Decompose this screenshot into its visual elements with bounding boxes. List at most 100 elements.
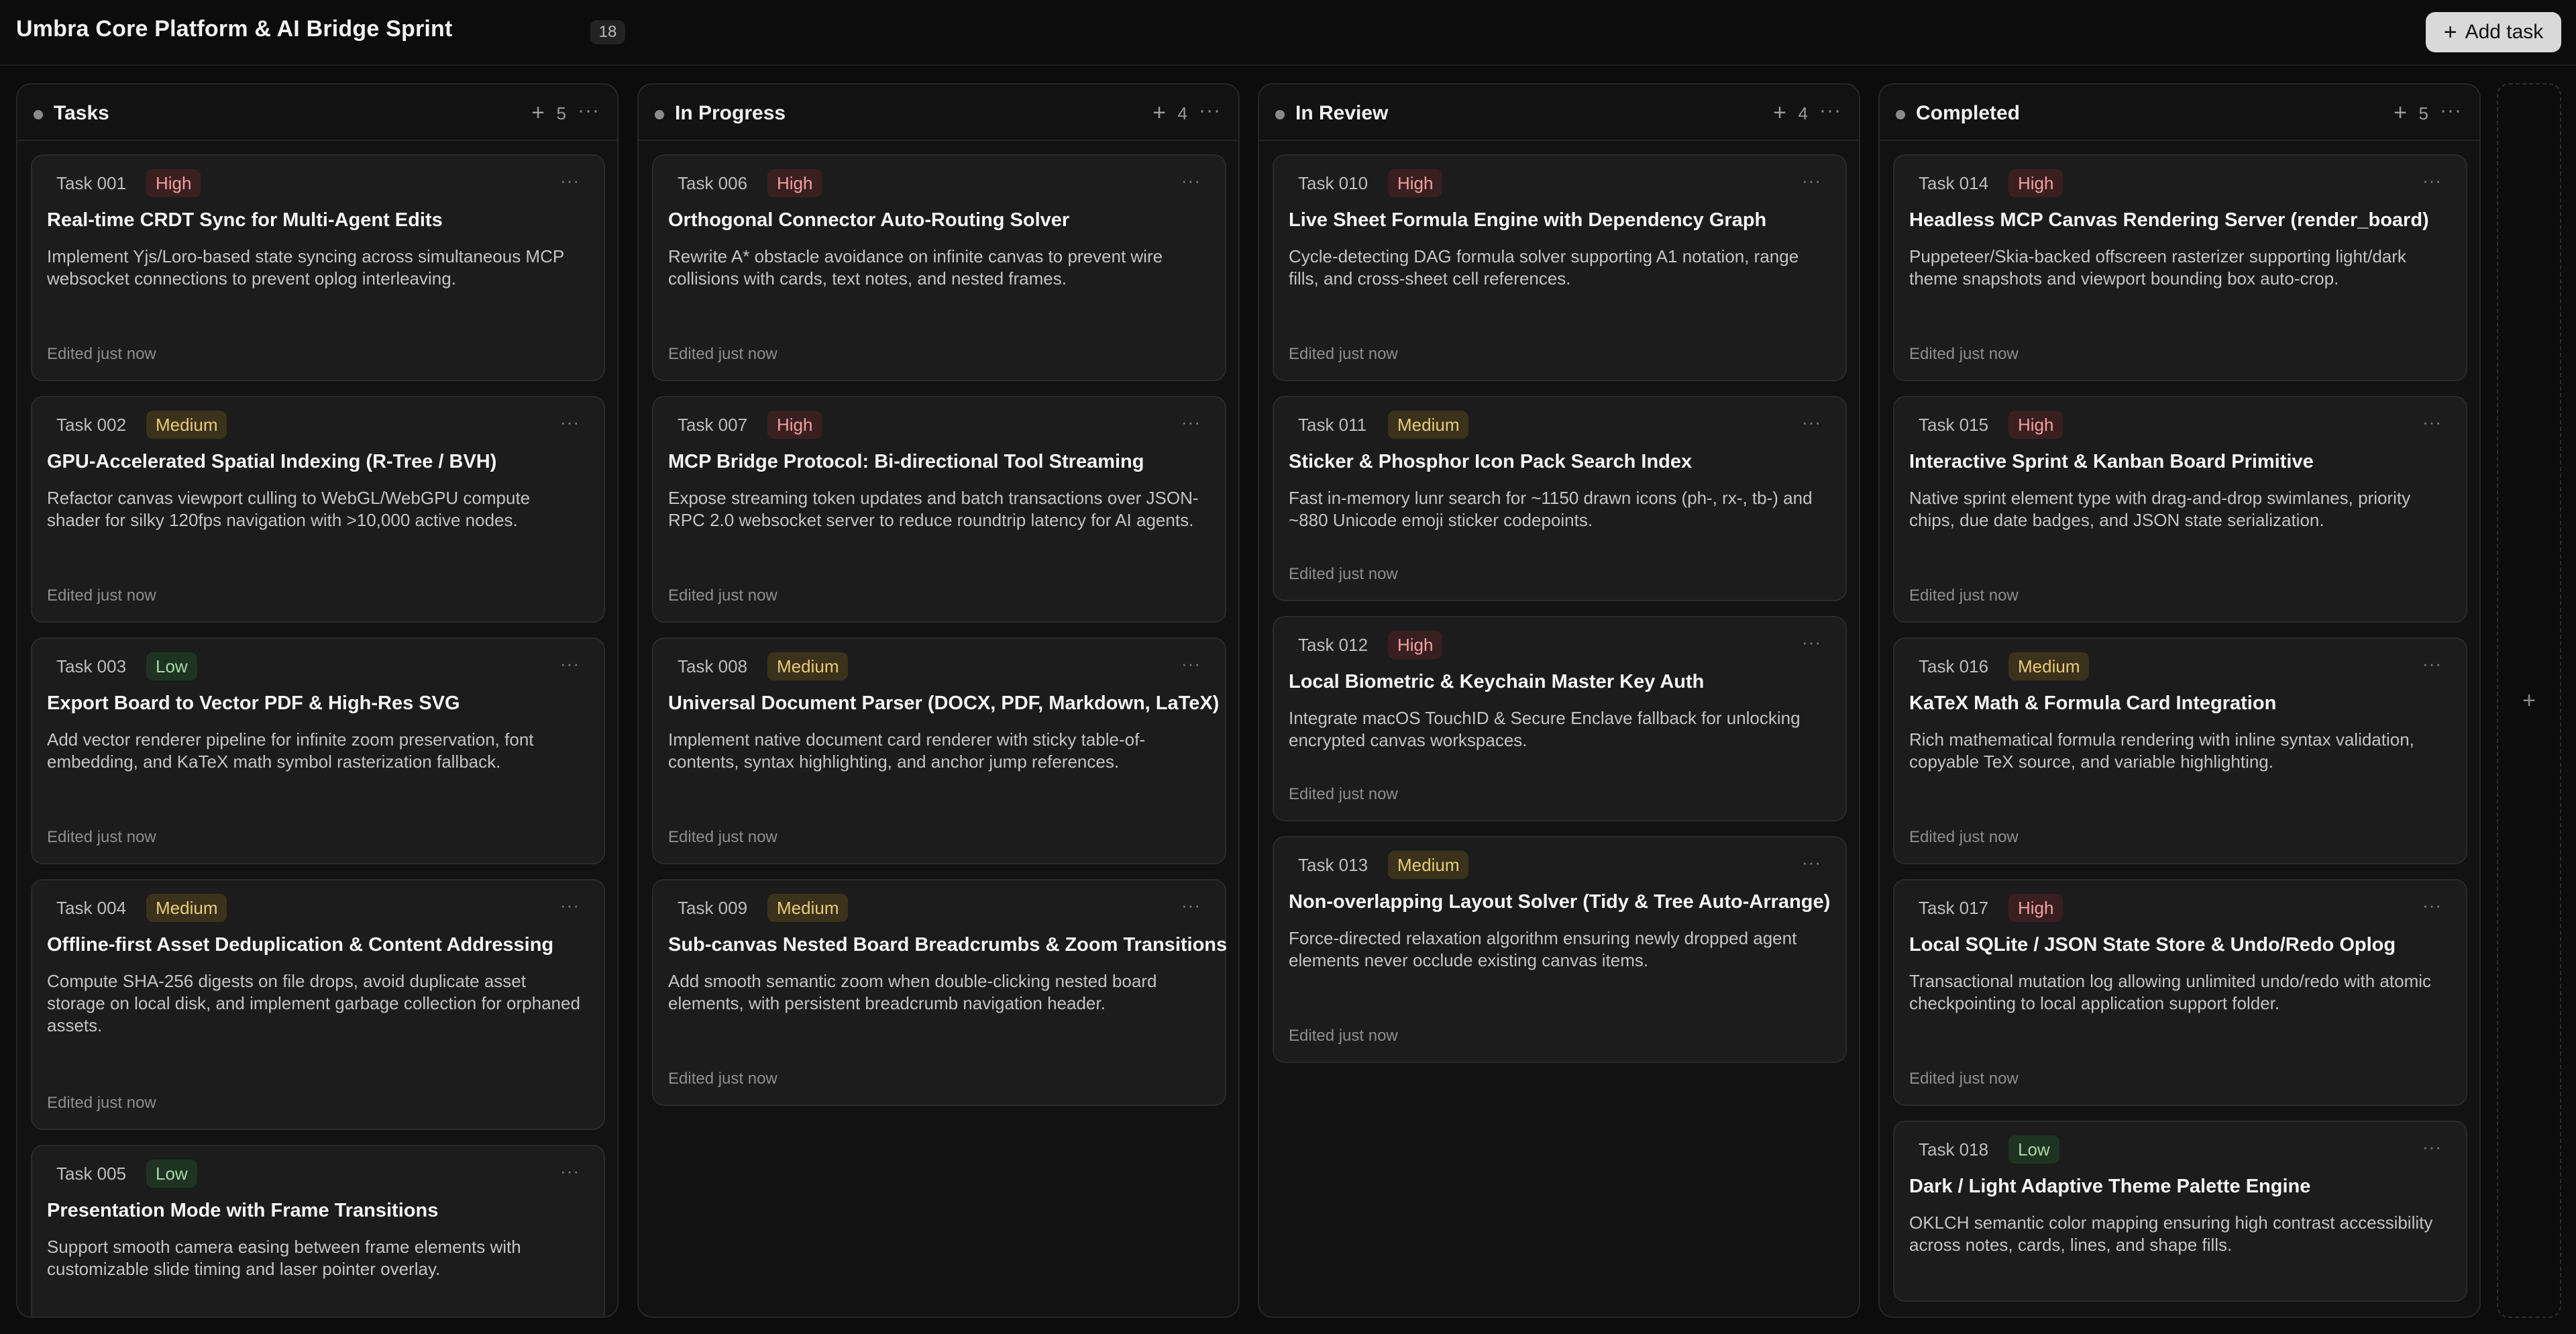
column-card-count: 5 [2418,103,2428,123]
card-more-icon[interactable]: ··· [1181,170,1201,191]
card-more-icon[interactable]: ··· [1181,654,1201,674]
priority-badge: High [767,411,822,439]
card-more-icon[interactable]: ··· [1181,412,1201,433]
column-more-icon[interactable]: ··· [1819,99,1841,122]
card-more-icon[interactable]: ··· [2422,170,2442,191]
task-card[interactable]: Task 008 Medium ··· Universal Document P… [652,637,1226,864]
task-card[interactable]: Task 009 Medium ··· Sub-canvas Nested Bo… [652,879,1228,1106]
column-add-card-button[interactable]: + [1773,100,1786,125]
column-status-dot [1275,110,1285,119]
task-description: Implement native document card renderer … [668,729,1145,772]
task-card[interactable]: Task 004 Medium ··· Offline-first Asset … [31,879,605,1130]
card-more-icon[interactable]: ··· [1802,632,1821,653]
column-status-dot [34,110,43,119]
card-more-icon[interactable]: ··· [560,895,580,916]
column-header: In Progress + 4 ··· [639,85,1238,141]
priority-badge: Low [2008,1135,2059,1164]
task-id: Task 010 [1298,173,1368,193]
task-id: Task 001 [56,173,127,193]
add-task-button[interactable]: + Add task [2426,12,2561,52]
column-tasks: Tasks + 5 ··· Task 001 High ··· Real-tim… [16,83,619,1318]
priority-badge: High [2008,894,2063,922]
task-card[interactable]: Task 018 Low ··· Dark / Light Adaptive T… [1893,1121,2467,1302]
priority-badge: High [1388,631,1443,659]
priority-badge: Medium [146,894,227,922]
task-edited-status: Edited just now [668,828,777,846]
task-card[interactable]: Task 002 Medium ··· GPU-Accelerated Spat… [31,396,605,623]
task-title: Real-time CRDT Sync for Multi-Agent Edit… [47,209,443,231]
task-card[interactable]: Task 003 Low ··· Export Board to Vector … [31,637,605,864]
task-title: Offline-first Asset Deduplication & Cont… [47,934,554,956]
task-card[interactable]: Task 016 Medium ··· KaTeX Math & Formula… [1893,637,2467,864]
task-card[interactable]: Task 005 Low ··· Presentation Mode with … [31,1145,605,1317]
column-title: In Review [1295,102,1389,124]
task-edited-status: Edited just now [47,1094,156,1112]
card-more-icon[interactable]: ··· [560,654,580,674]
card-more-icon[interactable]: ··· [560,1161,580,1182]
task-card[interactable]: Task 014 High ··· Headless MCP Canvas Re… [1893,154,2467,381]
card-more-icon[interactable]: ··· [1181,895,1201,916]
task-description: Add smooth semantic zoom when double-cli… [668,971,1157,1013]
task-card[interactable]: Task 006 High ··· Orthogonal Connector A… [652,154,1226,381]
card-more-icon[interactable]: ··· [2422,1137,2442,1158]
task-description: Implement Yjs/Loro-based state syncing a… [47,246,564,289]
task-card[interactable]: Task 015 High ··· Interactive Sprint & K… [1893,396,2467,623]
task-card[interactable]: Task 011 Medium ··· Sticker & Phosphor I… [1273,396,1847,601]
task-description: Force-directed relaxation algorithm ensu… [1289,928,1797,970]
task-id: Task 016 [1919,656,1989,676]
card-more-icon[interactable]: ··· [560,170,580,191]
task-title: Sticker & Phosphor Icon Pack Search Inde… [1289,451,1693,472]
task-id: Task 003 [56,656,127,676]
card-more-icon[interactable]: ··· [1802,412,1821,433]
task-card[interactable]: Task 001 High ··· Real-time CRDT Sync fo… [31,154,605,381]
task-description: Support smooth camera easing between fra… [47,1237,521,1279]
task-id: Task 007 [678,415,748,435]
task-title: MCP Bridge Protocol: Bi-directional Tool… [668,451,1144,472]
task-description: Puppeteer/Skia-backed offscreen rasteriz… [1909,246,2406,289]
task-id: Task 008 [678,656,748,676]
task-id: Task 004 [56,898,127,918]
task-description: Add vector renderer pipeline for infinit… [47,729,534,772]
task-id: Task 013 [1298,855,1368,875]
column-more-icon[interactable]: ··· [2440,99,2462,122]
task-id: Task 018 [1919,1139,1989,1160]
card-more-icon[interactable]: ··· [2422,895,2442,916]
task-id: Task 002 [56,415,127,435]
task-description: Refactor canvas viewport culling to WebG… [47,488,531,530]
priority-badge: Medium [146,411,227,439]
priority-badge: High [146,169,201,197]
add-column-button[interactable]: + [2497,83,2561,1318]
card-more-icon[interactable]: ··· [1802,170,1821,191]
card-more-icon[interactable]: ··· [2422,412,2442,433]
task-card[interactable]: Task 013 Medium ··· Non-overlapping Layo… [1273,836,1847,1063]
board-header: Umbra Core Platform & AI Bridge Sprint 1… [0,0,2576,66]
task-edited-status: Edited just now [47,586,156,605]
task-edited-status: Edited just now [1909,1070,2019,1088]
task-description: Expose streaming token updates and batch… [668,488,1199,530]
task-card[interactable]: Task 007 High ··· MCP Bridge Protocol: B… [652,396,1226,623]
column-completed: Completed + 5 ··· Task 014 High ··· Head… [1878,83,2481,1318]
column-add-card-button[interactable]: + [531,100,545,125]
task-card[interactable]: Task 017 High ··· Local SQLite / JSON St… [1893,879,2467,1106]
task-id: Task 005 [56,1164,127,1184]
card-more-icon[interactable]: ··· [1802,852,1821,873]
plus-icon: + [2443,19,2457,45]
column-header: Completed + 5 ··· [1880,85,2479,141]
task-description: Cycle-detecting DAG formula solver suppo… [1289,246,1799,289]
column-more-icon[interactable]: ··· [578,99,600,122]
priority-badge: Medium [1388,411,1469,439]
card-more-icon[interactable]: ··· [2422,654,2442,674]
column-more-icon[interactable]: ··· [1199,99,1221,122]
column-add-card-button[interactable]: + [2394,100,2407,125]
column-status-dot [655,110,664,119]
task-card[interactable]: Task 012 High ··· Local Biometric & Keyc… [1273,616,1847,821]
task-title: Sub-canvas Nested Board Breadcrumbs & Zo… [668,934,1228,956]
card-more-icon[interactable]: ··· [560,412,580,433]
priority-badge: High [2008,169,2063,197]
task-edited-status: Edited just now [47,345,156,363]
task-description: Compute SHA-256 digests on file drops, a… [47,971,580,1035]
column-add-card-button[interactable]: + [1152,100,1166,125]
task-card[interactable]: Task 010 High ··· Live Sheet Formula Eng… [1273,154,1847,381]
column-card-count: 4 [1177,103,1187,123]
task-edited-status: Edited just now [668,345,777,363]
